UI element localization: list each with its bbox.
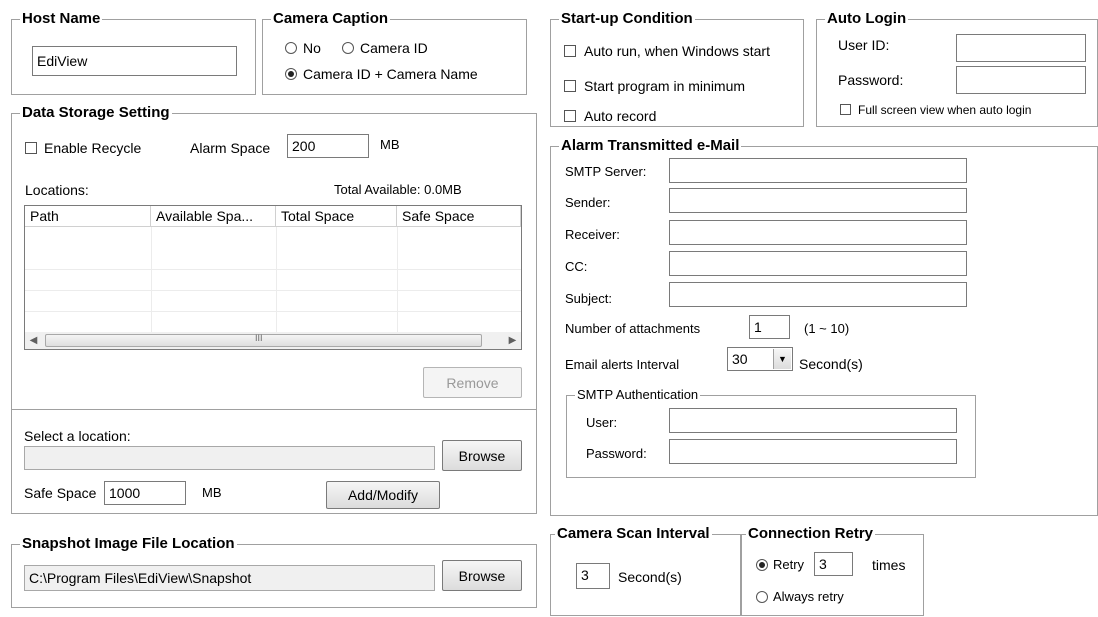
always-retry-label: Always retry bbox=[773, 589, 844, 604]
data-storage-title: Data Storage Setting bbox=[20, 104, 172, 122]
storage-divider bbox=[12, 409, 536, 410]
cc-input[interactable] bbox=[669, 251, 967, 276]
caption-id-name-radio[interactable] bbox=[285, 68, 297, 80]
column-header-safe-space[interactable]: Safe Space bbox=[397, 206, 521, 227]
retry-unit: times bbox=[872, 557, 906, 573]
snapshot-browse-button[interactable]: Browse bbox=[442, 560, 522, 591]
smtp-server-label: SMTP Server: bbox=[565, 164, 647, 179]
login-password-label: Password: bbox=[838, 72, 904, 88]
login-user-input[interactable] bbox=[956, 34, 1086, 62]
safe-space-unit: MB bbox=[202, 485, 222, 500]
auth-user-input[interactable] bbox=[669, 408, 957, 433]
empty-row bbox=[25, 248, 521, 270]
retry-label: Retry bbox=[773, 557, 805, 572]
retry-count-radio[interactable] bbox=[756, 559, 768, 571]
safe-space-label: Safe Space bbox=[24, 485, 97, 501]
scrollbar-grip-icon: III bbox=[255, 333, 263, 343]
locations-label: Locations: bbox=[25, 182, 89, 198]
select-location-label: Select a location: bbox=[24, 428, 131, 444]
auto-record-label: Auto record bbox=[584, 108, 657, 124]
snapshot-path-input[interactable]: C:\Program Files\EdiView\Snapshot bbox=[24, 565, 435, 591]
column-header-total-space[interactable]: Total Space bbox=[276, 206, 397, 227]
host-name-title: Host Name bbox=[20, 10, 103, 28]
location-path-input[interactable] bbox=[24, 446, 435, 470]
caption-no-radio[interactable] bbox=[285, 42, 297, 54]
horizontal-scrollbar[interactable]: ◀ III ▶ bbox=[25, 332, 521, 349]
retry-count-input[interactable]: 3 bbox=[814, 552, 853, 576]
camera-caption-group: Camera Caption bbox=[262, 10, 527, 95]
auth-password-input[interactable] bbox=[669, 439, 957, 464]
attachments-label: Number of attachments bbox=[565, 321, 701, 336]
receiver-input[interactable] bbox=[669, 220, 967, 245]
enable-recycle-checkbox[interactable] bbox=[25, 142, 37, 154]
locations-list[interactable]: Path Available Spa... Total Space Safe S… bbox=[24, 205, 522, 350]
total-available-label: Total Available: 0.0MB bbox=[334, 182, 462, 197]
safe-space-input[interactable]: 1000 bbox=[104, 481, 186, 505]
auth-user-label: User: bbox=[586, 415, 618, 430]
camera-scan-title: Camera Scan Interval bbox=[555, 525, 712, 543]
chevron-down-icon[interactable]: ▼ bbox=[773, 349, 791, 369]
fullscreen-label: Full screen view when auto login bbox=[858, 103, 1032, 117]
cc-label: CC: bbox=[565, 259, 588, 274]
start-minimum-checkbox[interactable] bbox=[564, 80, 576, 92]
caption-camera-id-label: Camera ID bbox=[360, 40, 428, 56]
enable-recycle-label: Enable Recycle bbox=[44, 140, 142, 156]
scan-interval-input[interactable]: 3 bbox=[576, 563, 610, 589]
auth-password-label: Password: bbox=[586, 446, 647, 461]
receiver-label: Receiver: bbox=[565, 227, 620, 242]
camera-caption-title: Camera Caption bbox=[271, 10, 391, 28]
auto-record-checkbox[interactable] bbox=[564, 110, 576, 122]
alarm-email-title: Alarm Transmitted e-Mail bbox=[559, 137, 742, 155]
sender-input[interactable] bbox=[669, 188, 967, 213]
empty-row bbox=[25, 311, 521, 333]
auto-run-checkbox[interactable] bbox=[564, 45, 576, 57]
interval-label: Email alerts Interval bbox=[565, 357, 680, 372]
alarm-space-label: Alarm Space bbox=[190, 140, 271, 156]
interval-unit: Second(s) bbox=[799, 356, 863, 372]
alarm-space-input[interactable]: 200 bbox=[287, 134, 369, 158]
subject-label: Subject: bbox=[565, 291, 612, 306]
column-header-path[interactable]: Path bbox=[25, 206, 151, 227]
column-header-available-space[interactable]: Available Spa... bbox=[151, 206, 276, 227]
smtp-auth-title: SMTP Authentication bbox=[575, 386, 701, 404]
snapshot-title: Snapshot Image File Location bbox=[20, 535, 237, 553]
alarm-space-unit: MB bbox=[380, 137, 400, 152]
remove-button[interactable]: Remove bbox=[423, 367, 522, 398]
browse-location-button[interactable]: Browse bbox=[442, 440, 522, 471]
caption-camera-id-radio[interactable] bbox=[342, 42, 354, 54]
auto-run-label: Auto run, when Windows start bbox=[584, 43, 770, 59]
interval-value: 30 bbox=[732, 351, 748, 367]
start-minimum-label: Start program in minimum bbox=[584, 78, 746, 94]
smtp-server-input[interactable] bbox=[669, 158, 967, 183]
subject-input[interactable] bbox=[669, 282, 967, 307]
attachments-input[interactable]: 1 bbox=[749, 315, 790, 339]
sender-label: Sender: bbox=[565, 195, 611, 210]
host-name-input[interactable]: EdiView bbox=[32, 46, 237, 76]
scroll-right-icon[interactable]: ▶ bbox=[504, 332, 521, 349]
scrollbar-thumb[interactable]: III bbox=[45, 333, 482, 347]
attachments-range: (1 ~ 10) bbox=[804, 321, 850, 336]
scroll-left-icon[interactable]: ◀ bbox=[25, 332, 42, 349]
always-retry-radio[interactable] bbox=[756, 591, 768, 603]
interval-select[interactable]: 30 ▼ bbox=[727, 347, 793, 371]
empty-row bbox=[25, 290, 521, 312]
connection-retry-title: Connection Retry bbox=[746, 525, 876, 543]
empty-row bbox=[25, 269, 521, 291]
scan-interval-unit: Second(s) bbox=[618, 569, 682, 585]
startup-title: Start-up Condition bbox=[559, 10, 695, 28]
login-password-input[interactable] bbox=[956, 66, 1086, 94]
add-modify-button[interactable]: Add/Modify bbox=[326, 481, 440, 509]
fullscreen-checkbox[interactable] bbox=[840, 104, 851, 115]
caption-id-name-label: Camera ID + Camera Name bbox=[303, 66, 478, 82]
auto-login-title: Auto Login bbox=[825, 10, 909, 28]
caption-no-label: No bbox=[303, 40, 321, 56]
login-user-label: User ID: bbox=[838, 37, 890, 53]
